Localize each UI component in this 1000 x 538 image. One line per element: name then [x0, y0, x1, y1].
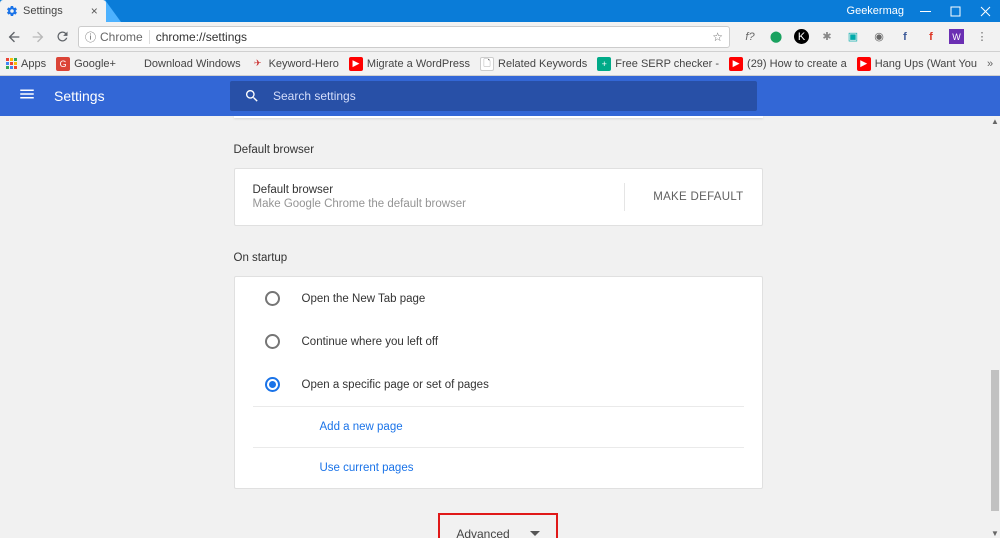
radio-icon	[265, 377, 280, 392]
default-browser-title: Default browser	[253, 184, 467, 196]
bookmark-star-icon[interactable]: ☆	[712, 30, 723, 44]
page-title: Settings	[54, 88, 105, 104]
search-settings-input[interactable]: Search settings	[230, 81, 757, 111]
window-close-button[interactable]	[970, 0, 1000, 22]
radio-icon	[265, 334, 280, 349]
use-current-pages-link[interactable]: Use current pages	[253, 447, 744, 488]
close-icon[interactable]: ×	[91, 4, 98, 18]
startup-option-continue[interactable]: Continue where you left off	[235, 320, 762, 363]
search-placeholder: Search settings	[273, 89, 356, 103]
bookmarks-overflow[interactable]: »	[987, 58, 997, 70]
radio-icon	[265, 291, 280, 306]
bookmark-item[interactable]: ▶(29) How to create a	[729, 57, 847, 71]
window-minimize-button[interactable]	[910, 0, 940, 22]
scroll-up-icon[interactable]: ▲	[990, 116, 1000, 126]
search-icon	[244, 88, 260, 104]
ext-icon[interactable]: K	[794, 29, 809, 44]
browser-menu-button[interactable]: ⋮	[974, 29, 990, 45]
window-titlebar: Settings × Geekermag	[0, 0, 1000, 22]
default-browser-sub: Make Google Chrome the default browser	[253, 198, 467, 210]
site-info-icon[interactable]: ⓘ	[85, 29, 96, 45]
bookmark-item[interactable]: ▶Migrate a WordPress	[349, 57, 470, 71]
bookmark-item[interactable]: ✈Keyword-Hero	[251, 57, 339, 71]
scroll-down-icon[interactable]: ▼	[990, 528, 1000, 538]
tab-accent	[105, 0, 121, 22]
apps-button[interactable]: Apps	[6, 58, 46, 70]
ext-icon[interactable]: ◉	[871, 29, 887, 45]
vertical-scrollbar[interactable]: ▲ ▼	[990, 116, 1000, 538]
ext-icon[interactable]: f	[923, 29, 939, 45]
ext-icon[interactable]: ✱	[819, 29, 835, 45]
bookmark-item[interactable]: Download Windows	[126, 57, 241, 71]
ext-icon[interactable]: f	[897, 29, 913, 45]
url-bar[interactable]: ⓘ Chrome chrome://settings ☆	[78, 26, 730, 48]
browser-toolbar: ⓘ Chrome chrome://settings ☆ f? ⬤ K ✱ ▣ …	[0, 22, 1000, 52]
url-scheme: Chrome	[100, 30, 150, 44]
startup-option-specific[interactable]: Open a specific page or set of pages	[235, 363, 762, 406]
ext-icon[interactable]: ▣	[845, 29, 861, 45]
browser-tab[interactable]: Settings ×	[0, 0, 106, 22]
section-label-startup: On startup	[234, 252, 763, 264]
bookmark-item[interactable]: 🗋Related Keywords	[480, 57, 587, 71]
ext-icon[interactable]: f?	[742, 29, 758, 45]
bookmarks-bar: Apps GGoogle+ Download Windows ✈Keyword-…	[0, 52, 1000, 76]
section-label-default-browser: Default browser	[234, 144, 763, 156]
ext-icon[interactable]: ⬤	[768, 29, 784, 45]
url-text: chrome://settings	[156, 30, 247, 44]
back-button[interactable]	[6, 29, 22, 45]
window-maximize-button[interactable]	[940, 0, 970, 22]
reload-button[interactable]	[54, 29, 70, 45]
add-new-page-link[interactable]: Add a new page	[253, 406, 744, 447]
settings-content: Default browser Default browser Make Goo…	[0, 116, 990, 538]
chevron-down-icon	[530, 529, 540, 538]
bookmark-item[interactable]: GGoogle+	[56, 57, 116, 71]
hamburger-menu-button[interactable]	[18, 85, 36, 108]
startup-option-newtab[interactable]: Open the New Tab page	[235, 277, 762, 320]
startup-card: Open the New Tab page Continue where you…	[234, 276, 763, 489]
ext-icon[interactable]: W	[949, 29, 964, 44]
window-app-name: Geekermag	[847, 0, 910, 22]
scrollbar-thumb[interactable]	[991, 370, 999, 511]
bookmark-item[interactable]: ▶Hang Ups (Want You	[857, 57, 977, 71]
settings-header: Settings Search settings	[0, 76, 1000, 116]
forward-button[interactable]	[30, 29, 46, 45]
advanced-toggle[interactable]: Advanced	[438, 513, 557, 538]
bookmark-item[interactable]: +Free SERP checker -	[597, 57, 719, 71]
default-browser-card: Default browser Make Google Chrome the d…	[234, 168, 763, 226]
make-default-button[interactable]: MAKE DEFAULT	[624, 183, 743, 211]
tab-title: Settings	[23, 5, 63, 17]
gear-icon	[6, 5, 18, 17]
